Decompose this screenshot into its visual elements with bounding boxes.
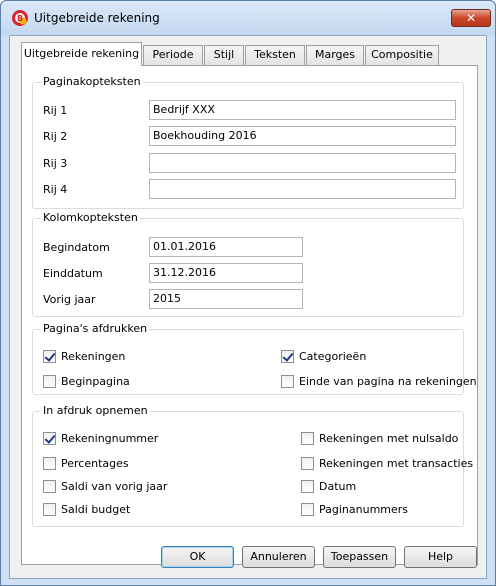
- tab-label: Uitgebreide rekening: [23, 47, 140, 60]
- group-title: Paginakopteksten: [41, 75, 143, 88]
- group-title: Pagina's afdrukken: [41, 322, 150, 335]
- checkbox-box[interactable]: [43, 431, 56, 445]
- checkbox-label: Rekeningen met nulsaldo: [319, 431, 459, 445]
- dialog-window: B Uitgebreide rekening ✕ Uitgebreide rek…: [0, 0, 496, 586]
- tab-panel: Paginakopteksten Rij 1 Bedrijf XXX Rij 2…: [21, 65, 478, 565]
- row-label: Rij 4: [43, 183, 68, 196]
- checkbox-paginanummers[interactable]: Paginanummers: [301, 501, 408, 517]
- checkbox-percentages[interactable]: Percentages: [43, 455, 129, 471]
- checkbox-label: Percentages: [61, 456, 129, 470]
- checkbox-rekeningen[interactable]: Rekeningen: [43, 348, 125, 364]
- row-4-input[interactable]: [149, 179, 456, 199]
- tab-periode[interactable]: Periode: [143, 45, 203, 65]
- close-icon: ✕: [465, 11, 477, 25]
- page-headers-group: Paginakopteksten Rij 1 Bedrijf XXX Rij 2…: [32, 75, 464, 209]
- begin-date-input[interactable]: 01.01.2016: [149, 237, 303, 257]
- tab-uitgebreide-rekening[interactable]: Uitgebreide rekening: [21, 42, 142, 66]
- svg-text:B: B: [17, 14, 23, 23]
- ok-button[interactable]: OK: [161, 546, 234, 568]
- checkbox-box[interactable]: [43, 502, 56, 516]
- group-title: Kolomkopteksten: [41, 211, 140, 224]
- tab-label: Stijl: [213, 48, 235, 61]
- tab-label: Teksten: [254, 48, 296, 61]
- tab-teksten[interactable]: Teksten: [245, 45, 305, 65]
- tab-label: Periode: [152, 48, 194, 61]
- checkbox-datum[interactable]: Datum: [301, 478, 356, 494]
- app-logo-icon: B: [12, 10, 28, 26]
- dialog-client-area: Uitgebreide rekening Periode Stijl Tekst…: [9, 35, 487, 579]
- checkbox-categorieen[interactable]: Categorieën: [281, 348, 366, 364]
- checkbox-rekeningnummer[interactable]: Rekeningnummer: [43, 430, 158, 446]
- checkbox-label: Saldi budget: [61, 502, 131, 516]
- tab-marges[interactable]: Marges: [306, 45, 364, 65]
- row-2-input[interactable]: Boekhouding 2016: [149, 126, 456, 146]
- checkbox-label: Datum: [319, 479, 357, 493]
- checkbox-nulsaldo[interactable]: Rekeningen met nulsaldo: [301, 430, 458, 446]
- row-1-input[interactable]: Bedrijf XXX: [149, 100, 456, 120]
- tab-label: Compositie: [371, 48, 433, 61]
- checkbox-saldi-budget[interactable]: Saldi budget: [43, 501, 130, 517]
- checkbox-box[interactable]: [281, 349, 294, 363]
- tab-compositie[interactable]: Compositie: [365, 45, 439, 65]
- checkbox-label: Saldi van vorig jaar: [61, 479, 168, 493]
- checkbox-box[interactable]: [43, 456, 56, 470]
- checkbox-label: Rekeningnummer: [61, 431, 159, 445]
- checkbox-box[interactable]: [301, 431, 314, 445]
- tab-label: Marges: [314, 48, 356, 61]
- row-label: Rij 1: [43, 104, 68, 117]
- checkbox-box[interactable]: [43, 479, 56, 493]
- close-button[interactable]: ✕: [451, 9, 491, 27]
- row-label: Vorig jaar: [43, 293, 96, 306]
- cancel-button[interactable]: Annuleren: [242, 546, 315, 568]
- checkbox-box[interactable]: [301, 502, 314, 516]
- group-title: In afdruk opnemen: [41, 404, 150, 417]
- checkbox-box[interactable]: [281, 374, 294, 388]
- checkbox-box[interactable]: [301, 456, 314, 470]
- previous-year-input[interactable]: 2015: [149, 289, 303, 309]
- checkbox-label: Beginpagina: [61, 374, 130, 388]
- row-3-input[interactable]: [149, 153, 456, 173]
- row-label: Begindatom: [43, 241, 110, 254]
- checkbox-saldi-vorig-jaar[interactable]: Saldi van vorig jaar: [43, 478, 167, 494]
- row-label: Rij 2: [43, 130, 68, 143]
- column-headers-group: Kolomkopteksten Begindatom 01.01.2016 Ei…: [32, 211, 464, 317]
- checkbox-einde-van-pagina[interactable]: Einde van pagina na rekeningen: [281, 373, 477, 389]
- print-pages-group: Pagina's afdrukken Rekeningen Categorieë…: [32, 322, 477, 395]
- checkbox-box[interactable]: [43, 349, 56, 363]
- window-title: Uitgebreide rekening: [34, 11, 160, 25]
- checkbox-label: Paginanummers: [319, 502, 409, 516]
- tab-stijl[interactable]: Stijl: [204, 45, 244, 65]
- end-date-input[interactable]: 31.12.2016: [149, 263, 303, 283]
- apply-button[interactable]: Toepassen: [323, 546, 396, 568]
- row-label: Rij 3: [43, 157, 68, 170]
- help-button[interactable]: Help: [404, 546, 477, 568]
- checkbox-box[interactable]: [43, 374, 56, 388]
- checkbox-box[interactable]: [301, 479, 314, 493]
- checkbox-met-transacties[interactable]: Rekeningen met transacties: [301, 455, 473, 471]
- title-bar[interactable]: B Uitgebreide rekening ✕: [1, 1, 495, 35]
- checkbox-label: Rekeningen: [61, 349, 126, 363]
- checkbox-label: Einde van pagina na rekeningen: [299, 374, 477, 388]
- include-group: In afdruk opnemen Rekeningnummer Rekenin…: [32, 404, 473, 527]
- row-label: Einddatum: [43, 267, 103, 280]
- checkbox-beginpagina[interactable]: Beginpagina: [43, 373, 130, 389]
- checkbox-label: Categorieën: [299, 349, 367, 363]
- checkbox-label: Rekeningen met transacties: [319, 456, 474, 470]
